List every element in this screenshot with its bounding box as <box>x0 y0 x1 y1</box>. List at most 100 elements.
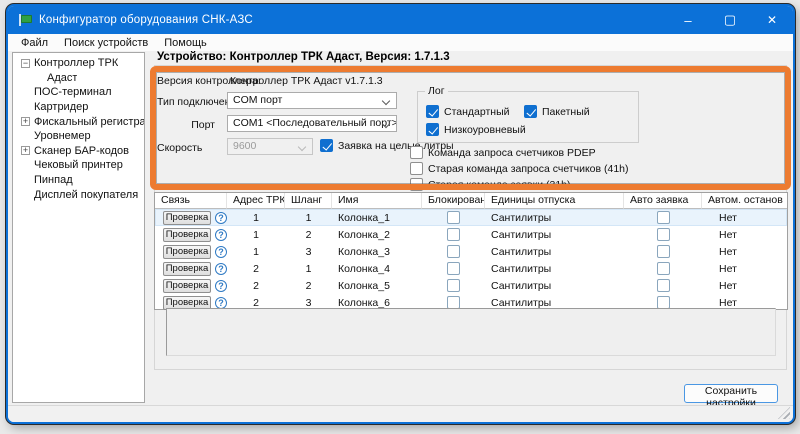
auto-request-checkbox[interactable] <box>657 211 670 224</box>
expand-icon[interactable]: + <box>21 117 30 126</box>
save-settings-button[interactable]: Сохранить настройки <box>684 384 778 403</box>
window-title: Конфигуратор оборудования СНК-АЗС <box>39 14 253 26</box>
log-groupbox: Лог Стандартный Пакетный Низкоуровневый <box>417 91 639 143</box>
check-connection-button[interactable]: Проверка <box>163 279 211 293</box>
table-row[interactable]: Проверка? 1 3 Колонка_3 Сантилитры Нет <box>155 243 787 260</box>
cell-address: 1 <box>227 243 285 260</box>
col-header-auto-stop[interactable]: Автом. останов <box>702 193 787 209</box>
connection-type-select[interactable]: COM порт <box>227 92 397 109</box>
sidebar-item-barcode-scanner[interactable]: + Сканер БАР-кодов <box>13 144 144 159</box>
old-counters-command-checkbox[interactable] <box>410 162 423 175</box>
cell-hose: 1 <box>285 209 332 226</box>
old-counters-command-row[interactable]: Старая команда запроса счетчиков (41h) <box>410 162 629 175</box>
speed-select: 9600 <box>227 138 313 155</box>
controller-version-value: Контроллер ТРК Адаст v1.7.1.3 <box>230 75 383 87</box>
minimize-button[interactable]: – <box>667 6 709 34</box>
auto-request-checkbox[interactable] <box>657 262 670 275</box>
blocked-checkbox[interactable] <box>447 279 460 292</box>
auto-request-checkbox[interactable] <box>657 279 670 292</box>
collapse-icon[interactable]: − <box>21 59 30 68</box>
log-packet-row[interactable]: Пакетный <box>524 105 590 118</box>
table-row[interactable]: Проверка? 1 1 Колонка_1 Сантилитры Нет <box>155 209 787 226</box>
help-icon[interactable]: ? <box>215 212 227 224</box>
menu-search-devices[interactable]: Поиск устройств <box>57 36 155 50</box>
cell-address: 1 <box>227 226 285 243</box>
resize-grip[interactable] <box>778 407 790 419</box>
cell-units: Сантилитры <box>485 260 624 277</box>
col-header-hose[interactable]: Шланг <box>285 193 332 209</box>
sidebar-item-pos-terminal[interactable]: ПОС-терминал <box>13 85 144 100</box>
sidebar-item-pinpad[interactable]: Пинпад <box>13 173 144 188</box>
cell-auto-stop: Нет <box>702 260 787 277</box>
check-connection-button[interactable]: Проверка <box>163 211 211 225</box>
close-button[interactable]: ✕ <box>751 6 793 34</box>
cell-auto-stop: Нет <box>702 243 787 260</box>
old-request-command-row[interactable]: Старая команда заявки (31h) <box>410 178 571 191</box>
device-settings-panel: Устройство: Контроллер ТРК Адаст, Версия… <box>153 50 790 405</box>
auto-request-checkbox[interactable] <box>657 228 670 241</box>
col-header-blocked[interactable]: Блокирована <box>422 193 485 209</box>
whole-liters-checkbox[interactable] <box>320 139 333 152</box>
help-icon[interactable]: ? <box>215 246 227 258</box>
old-request-command-checkbox[interactable] <box>410 178 423 191</box>
table-row[interactable]: Проверка? 1 2 Колонка_2 Сантилитры Нет <box>155 226 787 243</box>
cell-name: Колонка_4 <box>332 260 422 277</box>
window-controls: – ▢ ✕ <box>667 6 793 34</box>
pdep-command-row[interactable]: Команда запроса счетчиков PDEP <box>410 146 596 159</box>
col-header-name[interactable]: Имя <box>332 193 422 209</box>
check-connection-button[interactable]: Проверка <box>163 262 211 276</box>
menu-file[interactable]: Файл <box>14 36 55 50</box>
blocked-checkbox[interactable] <box>447 211 460 224</box>
menu-bar: Файл Поиск устройств Помощь <box>8 34 793 51</box>
log-packet-checkbox[interactable] <box>524 105 537 118</box>
log-lowlevel-checkbox[interactable] <box>426 123 439 136</box>
cell-units: Сантилитры <box>485 209 624 226</box>
col-header-auto-request[interactable]: Авто заявка <box>624 193 702 209</box>
blocked-checkbox[interactable] <box>447 262 460 275</box>
port-label: Порт <box>153 119 215 131</box>
blocked-checkbox[interactable] <box>447 228 460 241</box>
log-standard-row[interactable]: Стандартный <box>426 105 510 118</box>
cell-hose: 2 <box>285 277 332 294</box>
cell-hose: 1 <box>285 260 332 277</box>
pdep-command-checkbox[interactable] <box>410 146 423 159</box>
expand-icon[interactable]: + <box>21 146 30 155</box>
help-icon[interactable]: ? <box>215 297 227 309</box>
table-row[interactable]: Проверка? 2 2 Колонка_5 Сантилитры Нет <box>155 277 787 294</box>
auto-request-checkbox[interactable] <box>657 245 670 258</box>
help-icon[interactable]: ? <box>215 263 227 275</box>
sidebar-item-adast[interactable]: Адаст <box>13 71 144 86</box>
pump-table: Связь Адрес ТРК Шланг Имя Блокирована Ед… <box>154 192 788 310</box>
log-group-title: Лог <box>425 85 448 97</box>
cell-name: Колонка_5 <box>332 277 422 294</box>
status-bar <box>8 405 793 422</box>
port-select[interactable]: COM1 <Последовательный порт> <box>227 115 397 132</box>
help-icon[interactable]: ? <box>215 280 227 292</box>
sidebar-item-customer-display[interactable]: Дисплей покупателя <box>13 187 144 202</box>
col-header-address[interactable]: Адрес ТРК <box>227 193 285 209</box>
cell-units: Сантилитры <box>485 243 624 260</box>
col-header-units[interactable]: Единицы отпуска <box>485 193 624 209</box>
menu-help[interactable]: Помощь <box>157 36 214 50</box>
table-row[interactable]: Проверка? 2 1 Колонка_4 Сантилитры Нет <box>155 260 787 277</box>
sidebar-item-cardreader[interactable]: Картридер <box>13 100 144 115</box>
check-connection-button[interactable]: Проверка <box>163 245 211 259</box>
help-icon[interactable]: ? <box>215 229 227 241</box>
maximize-button[interactable]: ▢ <box>709 6 751 34</box>
device-tree: − Контроллер ТРК Адаст ПОС-терминал Карт… <box>12 52 145 403</box>
title-bar: Конфигуратор оборудования СНК-АЗС – ▢ ✕ <box>8 6 793 34</box>
sidebar-item-receipt-printer[interactable]: Чековый принтер <box>13 158 144 173</box>
sidebar-item-controller-trk[interactable]: − Контроллер ТРК <box>13 56 144 71</box>
sidebar-item-fiscal-registrar[interactable]: + Фискальный регистратор <box>13 114 144 129</box>
blocked-checkbox[interactable] <box>447 245 460 258</box>
app-window: Конфигуратор оборудования СНК-АЗС – ▢ ✕ … <box>6 4 795 424</box>
log-lowlevel-row[interactable]: Низкоуровневый <box>426 123 526 136</box>
col-header-connection[interactable]: Связь <box>155 193 227 209</box>
log-standard-checkbox[interactable] <box>426 105 439 118</box>
check-connection-button[interactable]: Проверка <box>163 228 211 242</box>
cell-auto-stop: Нет <box>702 277 787 294</box>
cell-hose: 2 <box>285 226 332 243</box>
chevron-down-icon <box>298 143 306 151</box>
sidebar-item-level-gauge[interactable]: Уровнемер <box>13 129 144 144</box>
cell-auto-stop: Нет <box>702 226 787 243</box>
